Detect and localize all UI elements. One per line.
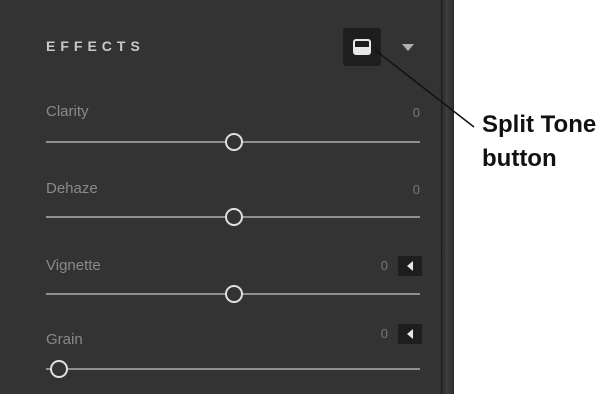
callout-leader-line — [374, 49, 475, 128]
callout-line-2: button — [482, 145, 557, 172]
screenshot-stage: EFFECTS Clarity 0 Dehaze 0 Vignette 0 Gr… — [0, 0, 616, 407]
callout-line-1: Split Tone — [482, 111, 597, 138]
split-tone-callout: Split Tone button — [482, 108, 596, 176]
